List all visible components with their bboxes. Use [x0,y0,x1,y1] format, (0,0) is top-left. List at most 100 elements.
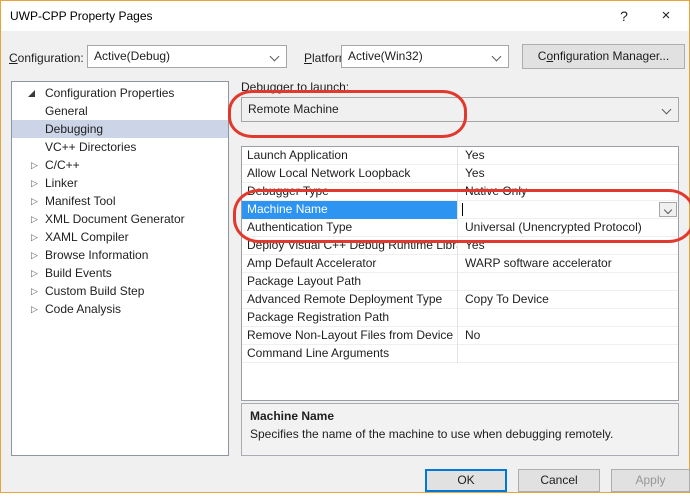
tree-item-manifest-tool[interactable]: ▷ Manifest Tool [12,192,228,210]
property-grid: Launch ApplicationYesAllow Local Network… [241,146,679,401]
tree-item-label: VC++ Directories [45,138,136,156]
chevron-down-icon [492,52,502,62]
grid-row-deploy-visual-c-debug-runtime-libraries[interactable]: Deploy Visual C++ Debug Runtime Librarie… [242,237,678,255]
property-name: Machine Name [242,201,458,219]
ok-button[interactable]: OK [425,469,507,492]
tree-item-label: Code Analysis [45,300,121,318]
grid-row-debugger-type[interactable]: Debugger TypeNative Only [242,183,678,201]
property-value: Universal (Unencrypted Protocol) [459,219,678,237]
property-name: Deploy Visual C++ Debug Runtime Librarie… [242,237,458,255]
text-caret [462,203,463,216]
tree-item-browse-information[interactable]: ▷ Browse Information [12,246,228,264]
tree-item-label: XAML Compiler [45,228,129,246]
property-value: WARP software accelerator [459,255,678,273]
tree-collapsed-icon[interactable]: ▷ [31,210,38,228]
tree-item-label: Browse Information [45,246,148,264]
property-value: No [459,327,678,345]
property-name: Amp Default Accelerator [242,255,458,273]
description-panel: Machine Name Specifies the name of the m… [241,403,679,456]
property-name: Package Layout Path [242,273,458,291]
grid-row-advanced-remote-deployment-type[interactable]: Advanced Remote Deployment TypeCopy To D… [242,291,678,309]
property-name: Debugger Type [242,183,458,201]
tree-item-label: Debugging [45,120,103,138]
tree-collapsed-icon[interactable]: ▷ [31,246,38,264]
property-value [459,345,678,363]
property-value: Yes [459,147,678,165]
configuration-label: Configuration: [9,51,84,65]
platform-select-value: Active(Win32) [348,49,423,63]
property-value [459,273,678,291]
configuration-select[interactable]: Active(Debug) [87,45,287,68]
chevron-down-icon [270,52,280,62]
property-value: Native Only [459,183,678,201]
grid-row-amp-default-accelerator[interactable]: Amp Default AcceleratorWARP software acc… [242,255,678,273]
configuration-manager-button[interactable]: Configuration Manager... [522,44,685,69]
tree-collapsed-icon[interactable]: ▷ [31,192,38,210]
title-bar: UWP-CPP Property Pages ? × [1,1,689,31]
tree-item-linker[interactable]: ▷ Linker [12,174,228,192]
debugger-select[interactable]: Remote Machine [241,97,679,122]
close-icon[interactable]: × [649,1,683,31]
tree-item-label: Custom Build Step [45,282,144,300]
tree-item-custom-build-step[interactable]: ▷ Custom Build Step [12,282,228,300]
property-name: Command Line Arguments [242,345,458,363]
property-value: Yes [459,237,678,255]
tree-collapsed-icon[interactable]: ▷ [31,264,38,282]
property-name: Allow Local Network Loopback [242,165,458,183]
configuration-select-value: Active(Debug) [94,49,170,63]
property-value: Yes [459,165,678,183]
property-value [459,201,678,219]
grid-row-allow-local-network-loopback[interactable]: Allow Local Network LoopbackYes [242,165,678,183]
property-name: Authentication Type [242,219,458,237]
property-pages-dialog: UWP-CPP Property Pages ? × Configuration… [0,0,690,493]
description-title: Machine Name [250,409,670,423]
tree-item-label: Build Events [45,264,112,282]
tree-item-label: Configuration Properties [45,84,174,102]
grid-row-machine-name[interactable]: Machine Name [242,201,678,219]
window-title: UWP-CPP Property Pages [10,9,153,23]
tree-item-c-c[interactable]: ▷ C/C++ [12,156,228,174]
tree-item-build-events[interactable]: ▷ Build Events [12,264,228,282]
tree-expanded-icon[interactable] [28,90,35,97]
property-name: Package Registration Path [242,309,458,327]
tree-item-label: C/C++ [45,156,80,174]
tree-item-label: Manifest Tool [45,192,115,210]
tree-item-xml-document-generator[interactable]: ▷ XML Document Generator [12,210,228,228]
tree-collapsed-icon[interactable]: ▷ [31,228,38,246]
tree-collapsed-icon[interactable]: ▷ [31,156,38,174]
tree-item-xaml-compiler[interactable]: ▷ XAML Compiler [12,228,228,246]
help-icon[interactable]: ? [607,1,641,31]
chevron-down-icon [664,206,672,214]
tree-collapsed-icon[interactable]: ▷ [31,174,38,192]
grid-row-remove-non-layout-files-from-device[interactable]: Remove Non-Layout Files from DeviceNo [242,327,678,345]
tree-item-code-analysis[interactable]: ▷ Code Analysis [12,300,228,318]
apply-button[interactable]: Apply [611,469,690,492]
tree-item-vc-directories[interactable]: VC++ Directories [12,138,228,156]
tree: Configuration PropertiesGeneralDebugging… [11,81,229,456]
property-value: Copy To Device [459,291,678,309]
cancel-button[interactable]: Cancel [518,469,600,492]
grid-row-command-line-arguments[interactable]: Command Line Arguments [242,345,678,363]
grid-row-launch-application[interactable]: Launch ApplicationYes [242,147,678,165]
debugger-to-launch-label: Debugger to launch: [241,80,349,94]
tree-item-label: XML Document Generator [45,210,185,228]
tree-item-debugging[interactable]: Debugging [12,120,228,138]
property-name: Remove Non-Layout Files from Device [242,327,458,345]
property-name: Advanced Remote Deployment Type [242,291,458,309]
grid-row-package-layout-path[interactable]: Package Layout Path [242,273,678,291]
description-text: Specifies the name of the machine to use… [250,427,670,441]
grid-row-authentication-type[interactable]: Authentication TypeUniversal (Unencrypte… [242,219,678,237]
tree-item-label: Linker [45,174,78,192]
property-value [459,309,678,327]
tree-item-configuration-properties[interactable]: Configuration Properties [12,84,228,102]
debugger-select-value: Remote Machine [248,102,339,116]
grid-row-package-registration-path[interactable]: Package Registration Path [242,309,678,327]
value-dropdown-button[interactable] [659,202,677,217]
property-name: Launch Application [242,147,458,165]
chevron-down-icon [662,105,672,115]
tree-item-general[interactable]: General [12,102,228,120]
tree-collapsed-icon[interactable]: ▷ [31,282,38,300]
platform-select[interactable]: Active(Win32) [341,45,509,68]
tree-collapsed-icon[interactable]: ▷ [31,300,38,318]
tree-item-label: General [45,102,88,120]
